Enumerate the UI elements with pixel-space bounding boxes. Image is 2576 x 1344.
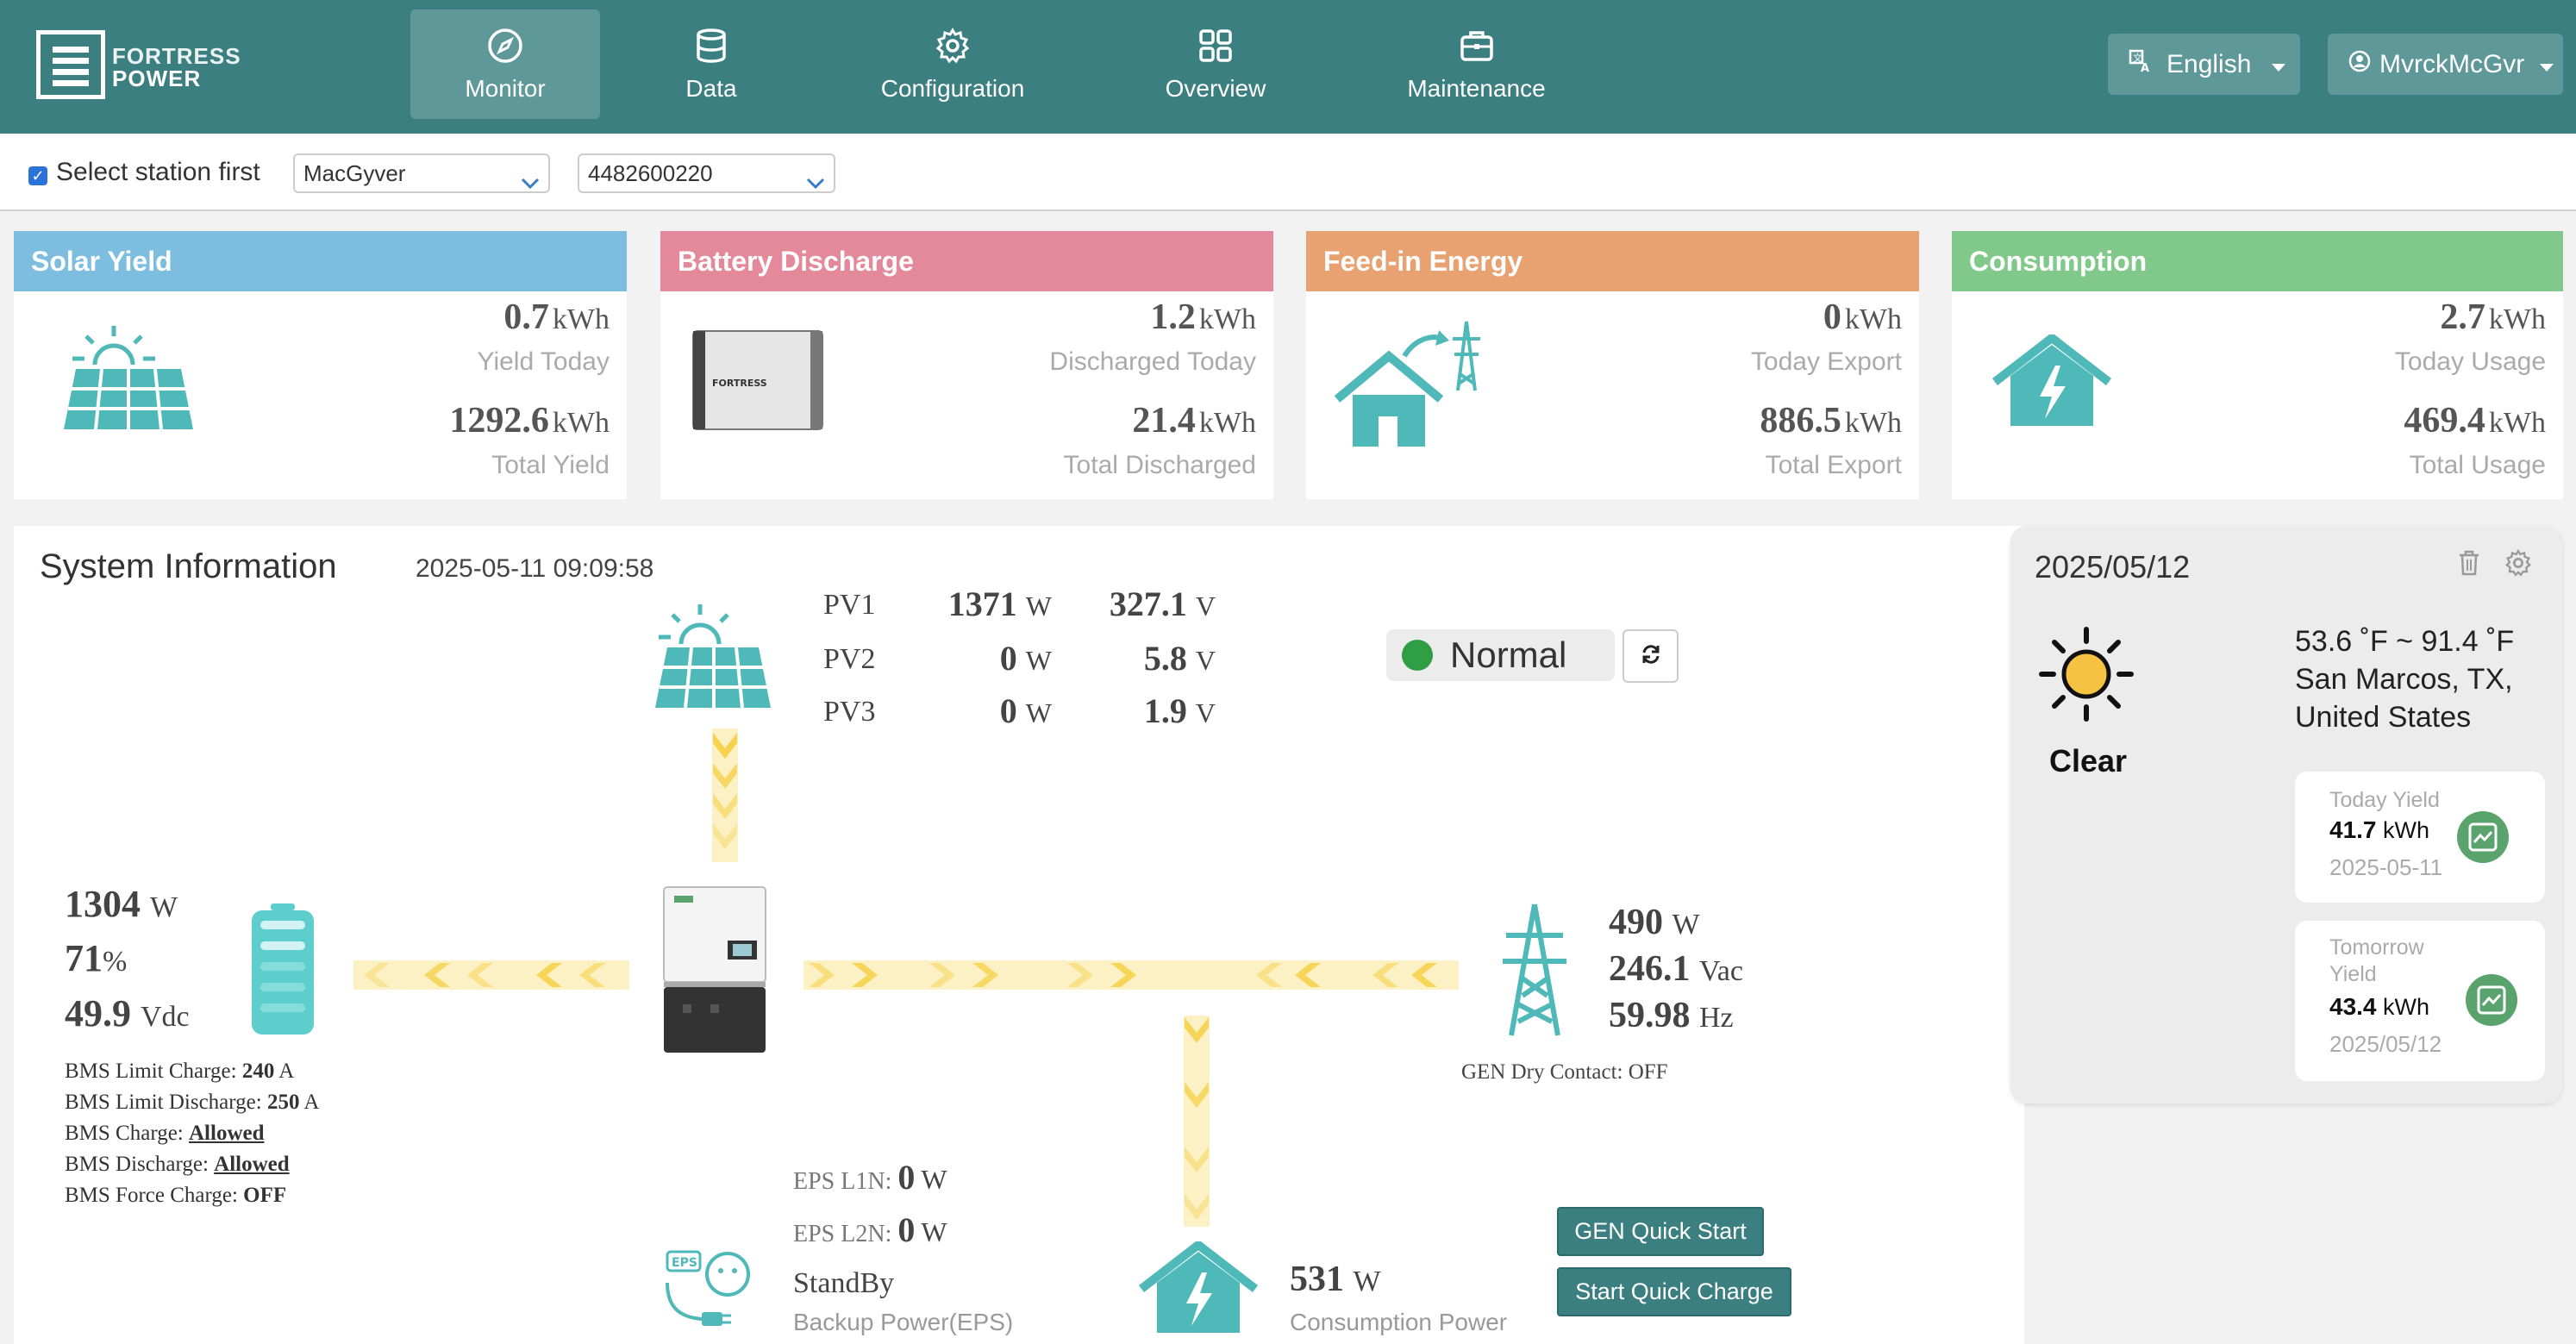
gen-quick-start-button[interactable]: GEN Quick Start — [1557, 1207, 1764, 1256]
bms-limit-charge: BMS Limit Charge: 240 A — [65, 1060, 295, 1083]
pv2-label: PV2 — [823, 643, 876, 675]
weather-details: 53.6 ˚F ~ 91.4 ˚F San Marcos, TX, United… — [2295, 625, 2515, 734]
gen-dry-contact-status: GEN Dry Contact: OFF — [1461, 1060, 1668, 1084]
consumption-power: 531 W — [1290, 1260, 1381, 1299]
grid-voltage: 246.1 Vac — [1609, 949, 1743, 989]
solar-panel-icon — [638, 599, 776, 716]
battery-voltage: 49.9 Vdc — [65, 992, 190, 1035]
bms-limit-discharge: BMS Limit Discharge: 250 A — [65, 1091, 320, 1114]
consumption-flow-line — [1184, 1016, 1210, 1227]
tomorrow-yield-title: Tomorrow Yield — [2329, 935, 2424, 986]
trash-icon[interactable] — [2457, 549, 2481, 581]
battery-power: 1304 W — [65, 883, 178, 925]
consumption-caption: Consumption Power — [1290, 1309, 1508, 1335]
weather-date: 2025/05/12 — [2035, 549, 2191, 584]
eps-backup-icon: EPS — [664, 1248, 759, 1339]
grid-frequency: 59.98 Hz — [1609, 996, 1734, 1035]
eps-l2n: EPS L2N: 0 W — [793, 1210, 947, 1249]
sun-icon — [2035, 622, 2138, 730]
trend-chart-icon — [2457, 811, 2509, 863]
battery-level-icon — [250, 903, 316, 1041]
status-dot-icon — [1402, 640, 1433, 671]
eps-state: StandBy — [793, 1267, 895, 1299]
tomorrow-yield-card[interactable]: Tomorrow Yield 43.4 kWh 2025/05/12 — [2295, 921, 2545, 1081]
battery-soc: 71% — [65, 937, 128, 979]
grid-tower-icon — [1494, 901, 1576, 1043]
today-yield-card[interactable]: Today Yield 41.7 kWh 2025-05-11 — [2295, 772, 2545, 903]
weather-condition: Clear — [2049, 743, 2128, 778]
bms-force-charge: BMS Force Charge: OFF — [65, 1184, 287, 1207]
grid-power: 490 W — [1609, 903, 1700, 942]
eps-caption: Backup Power(EPS) — [793, 1309, 1014, 1335]
pv2-power: 0 W — [999, 639, 1052, 678]
pv3-label: PV3 — [823, 696, 876, 728]
pv1-power: 1371 W — [947, 584, 1052, 623]
gear-icon[interactable] — [2504, 548, 2533, 582]
inverter-icon — [659, 884, 771, 1060]
pv2-voltage: 5.8 V — [1143, 639, 1216, 678]
pv1-voltage: 327.1 V — [1109, 584, 1216, 623]
system-status-badge: Normal — [1386, 629, 1615, 681]
refresh-button[interactable] — [1623, 629, 1679, 683]
svg-text:EPS: EPS — [672, 1256, 697, 1270]
pv3-voltage: 1.9 V — [1143, 691, 1216, 730]
bms-discharge: BMS Discharge: Allowed — [65, 1153, 290, 1176]
refresh-icon — [1640, 643, 1662, 670]
eps-l1n: EPS L1N: 0 W — [793, 1158, 947, 1197]
house-lightning-icon — [1138, 1239, 1259, 1341]
start-quick-charge-button[interactable]: Start Quick Charge — [1557, 1267, 1791, 1316]
bms-charge: BMS Charge: Allowed — [65, 1122, 265, 1145]
pv1-label: PV1 — [823, 589, 876, 621]
trend-chart-icon — [2466, 974, 2517, 1026]
pv3-power: 0 W — [999, 691, 1052, 730]
